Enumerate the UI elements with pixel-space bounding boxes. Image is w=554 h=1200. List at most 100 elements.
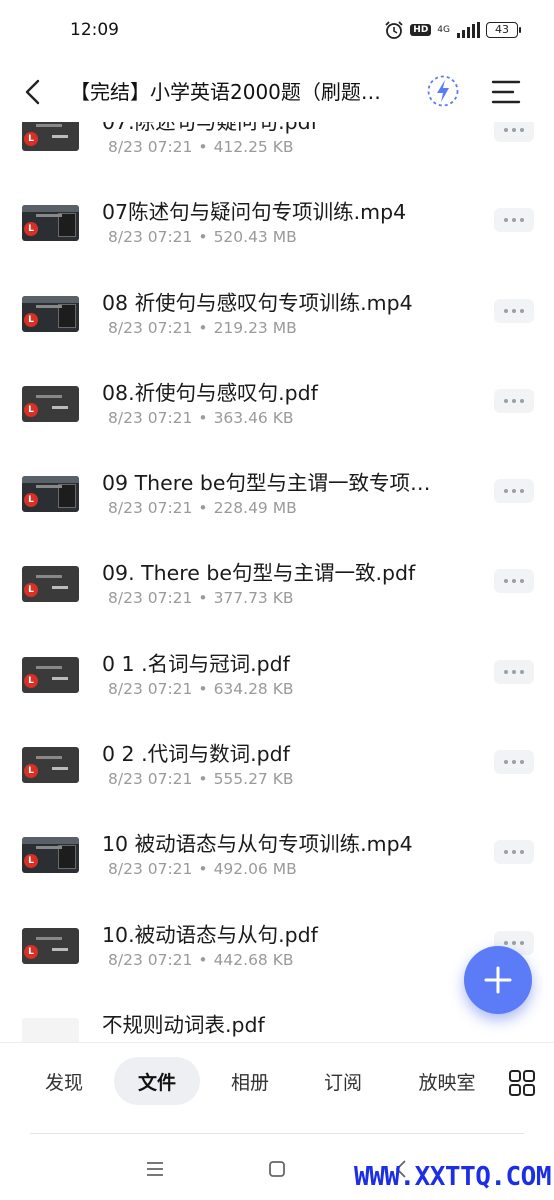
file-name: 07.陈述句与疑问句.pdf xyxy=(102,122,318,134)
more-dots-icon[interactable] xyxy=(494,298,534,323)
file-meta: 8/23 07:21 • 520.43 MB xyxy=(108,228,297,246)
file-list: L 07.陈述句与疑问句.pdf 8/23 07:21 • 412.25 KB L 07陈述… xyxy=(0,122,554,1042)
file-name: 08.祈使句与感叹句.pdf xyxy=(102,380,318,405)
separator-dot: • xyxy=(198,138,208,156)
file-row[interactable]: L 08 祈使句与感叹句专项训练.mp4 8/23 07:21 • 219.23 MB xyxy=(0,273,554,363)
nav-bar: 【完结】小学英语2000题（刷题… xyxy=(0,62,554,122)
page-title: 【完结】小学英语2000题（刷题… xyxy=(70,80,381,104)
file-size: 228.49 MB xyxy=(213,499,297,518)
file-meta: 8/23 07:21 • 228.49 MB xyxy=(108,499,297,517)
file-size: 520.43 MB xyxy=(213,228,297,247)
file-name: 10.被动语态与从句.pdf xyxy=(102,922,318,947)
pdf-thumbnail: L xyxy=(22,385,79,422)
divider xyxy=(30,1133,524,1134)
file-size: 555.27 KB xyxy=(213,770,294,789)
tab-label: 文件 xyxy=(137,1071,176,1094)
tab-screening-room[interactable]: 放映室 xyxy=(404,1057,490,1105)
separator-dot: • xyxy=(198,950,208,969)
file-row[interactable]: L 07陈述句与疑问句专项训练.mp4 8/23 07:21 • 520.43 MB xyxy=(0,182,554,272)
tab-subscribe[interactable]: 订阅 xyxy=(305,1057,381,1105)
file-date: 8/23 07:21 xyxy=(108,860,193,879)
more-dots-icon[interactable] xyxy=(494,388,534,413)
file-date: 8/23 07:21 xyxy=(108,950,193,969)
document-thumbnail xyxy=(22,1017,79,1042)
network-label: 4G xyxy=(437,24,450,35)
video-thumbnail: L xyxy=(22,205,79,242)
file-row[interactable]: L 08.祈使句与感叹句.pdf 8/23 07:21 • 363.46 KB xyxy=(0,363,554,453)
file-name: 09. There be句型与主谓一致.pdf xyxy=(102,561,416,586)
back-icon[interactable] xyxy=(16,74,52,110)
file-meta: 8/23 07:21 • 555.27 KB xyxy=(108,770,294,788)
plus-icon xyxy=(484,966,512,994)
alarm-icon xyxy=(385,21,403,39)
tab-album[interactable]: 相册 xyxy=(212,1057,288,1105)
home-icon[interactable] xyxy=(266,1158,288,1180)
recent-apps-icon[interactable] xyxy=(144,1158,166,1180)
file-date: 8/23 07:21 xyxy=(108,499,193,518)
separator-dot: • xyxy=(198,860,208,879)
video-thumbnail: L xyxy=(22,837,79,874)
file-size: 492.06 MB xyxy=(213,860,297,879)
file-meta: 8/23 07:21 • 377.73 KB xyxy=(108,589,294,607)
more-dots-icon[interactable] xyxy=(494,122,534,142)
status-icons: HD 4G 43 xyxy=(384,20,521,40)
file-row[interactable]: L 09. There be句型与主谓一致.pdf 8/23 07:21 • 377.7… xyxy=(0,543,554,633)
file-row[interactable]: L 07.陈述句与疑问句.pdf 8/23 07:21 • 412.25 KB xyxy=(0,122,554,182)
grid-icon[interactable] xyxy=(508,1069,536,1097)
file-name: 08 祈使句与感叹句专项训练.mp4 xyxy=(102,290,413,315)
tab-files[interactable]: 文件 xyxy=(114,1057,200,1105)
separator-dot: • xyxy=(198,408,208,427)
more-dots-icon[interactable] xyxy=(494,840,534,865)
watermark: WWW.XXTTQ.COM xyxy=(354,1162,552,1192)
lightning-icon[interactable] xyxy=(426,74,460,108)
tab-label: 相册 xyxy=(230,1071,269,1094)
separator-dot: • xyxy=(198,589,208,608)
status-bar: 12:09 HD 4G 43 xyxy=(0,0,554,62)
more-dots-icon[interactable] xyxy=(494,569,534,594)
file-row[interactable]: 不规则动词表.pdf xyxy=(0,995,554,1042)
file-meta: 8/23 07:21 • 634.28 KB xyxy=(108,680,294,698)
add-button[interactable] xyxy=(464,946,532,1014)
file-row[interactable]: L 10 被动语态与从句专项训练.mp4 8/23 07:21 • 492.06 MB xyxy=(0,814,554,904)
video-thumbnail: L xyxy=(22,476,79,513)
separator-dot: • xyxy=(198,679,208,698)
status-time: 12:09 xyxy=(70,20,119,40)
separator-dot: • xyxy=(198,228,208,247)
tab-discover[interactable]: 发现 xyxy=(26,1057,102,1105)
file-date: 8/23 07:21 xyxy=(108,408,193,427)
file-list-inner: L 07.陈述句与疑问句.pdf 8/23 07:21 • 412.25 KB L 07陈述… xyxy=(0,122,554,1042)
separator-dot: • xyxy=(198,770,208,789)
file-row[interactable]: L 09 There be句型与主谓一致专项… 8/23 07:21 • 228.49 … xyxy=(0,453,554,543)
more-dots-icon[interactable] xyxy=(494,479,534,504)
file-date: 8/23 07:21 xyxy=(108,770,193,789)
more-dots-icon[interactable] xyxy=(494,208,534,233)
file-row[interactable]: L 0 1 .名词与冠词.pdf 8/23 07:21 • 634.28 KB xyxy=(0,634,554,724)
more-dots-icon[interactable] xyxy=(494,750,534,775)
file-name: 10 被动语态与从句专项训练.mp4 xyxy=(102,832,413,857)
file-date: 8/23 07:21 xyxy=(108,228,193,247)
tab-label: 发现 xyxy=(44,1071,83,1094)
file-date: 8/23 07:21 xyxy=(108,589,193,608)
file-size: 412.25 KB xyxy=(213,138,294,156)
signal-icon xyxy=(457,22,480,38)
network-type: 4G xyxy=(437,24,450,35)
pdf-thumbnail: L xyxy=(22,927,79,964)
file-meta: 8/23 07:21 • 492.06 MB xyxy=(108,860,297,878)
file-meta: 8/23 07:21 • 219.23 MB xyxy=(108,319,297,337)
more-dots-icon[interactable] xyxy=(494,659,534,684)
file-name: 07陈述句与疑问句专项训练.mp4 xyxy=(102,200,407,225)
file-row[interactable]: L 0 2 .代词与数词.pdf 8/23 07:21 • 555.27 KB xyxy=(0,724,554,814)
file-size: 219.23 MB xyxy=(213,318,297,337)
pdf-thumbnail: L xyxy=(22,747,79,784)
file-size: 634.28 KB xyxy=(213,679,294,698)
separator-dot: • xyxy=(198,318,208,337)
file-name: 不规则动词表.pdf xyxy=(102,1012,265,1037)
file-meta: 8/23 07:21 • 363.46 KB xyxy=(108,409,294,427)
separator-dot: • xyxy=(198,499,208,518)
video-thumbnail: L xyxy=(22,295,79,332)
hamburger-icon[interactable] xyxy=(488,74,524,110)
file-name: 0 1 .名词与冠词.pdf xyxy=(102,651,290,676)
file-date: 8/23 07:21 xyxy=(108,679,193,698)
bottom-tab-bar: 发现 文件 相册 订阅 放映室 xyxy=(0,1042,554,1122)
file-meta: 8/23 07:21 • 442.68 KB xyxy=(108,951,294,969)
